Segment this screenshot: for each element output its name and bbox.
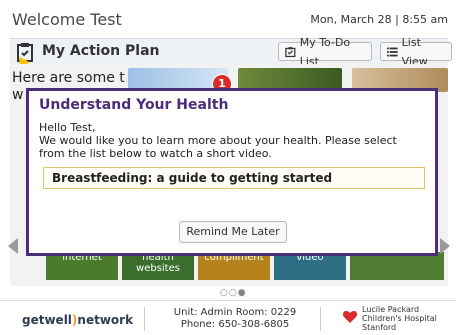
hospital-name: Lucile Packard Children's Hospital Stanf… <box>362 305 452 332</box>
carousel-next-arrow-icon[interactable] <box>440 238 450 254</box>
top-header: Welcome Test Mon, March 28 | 8:55 am <box>0 0 456 36</box>
footer-divider <box>320 307 321 331</box>
category-tile[interactable] <box>350 252 444 280</box>
category-tile[interactable]: compliment <box>198 252 270 280</box>
action-plan-title: My Action Plan <box>42 43 160 59</box>
remind-me-later-button[interactable]: Remind Me Later <box>179 221 287 243</box>
category-tile[interactable]: internet <box>46 252 118 280</box>
carousel-pager[interactable]: ○○● <box>220 288 247 298</box>
unit-phone: Phone: 650-308-6805 <box>180 319 290 330</box>
modal-greeting: Hello Test, <box>39 121 96 134</box>
unit-info: Unit: Admin Room: 0229 Phone: 650-308-68… <box>160 307 310 331</box>
list-view-button[interactable]: List View <box>380 36 452 68</box>
category-tile[interactable]: video <box>274 252 346 280</box>
list-icon <box>387 47 398 56</box>
my-todo-list-button[interactable]: My To-Do List <box>278 36 372 68</box>
hospital-line-3: Stanford <box>362 323 397 332</box>
getwell-network-logo: getwell)network <box>22 313 133 327</box>
footer: getwell)network Unit: Admin Room: 0229 P… <box>0 300 456 335</box>
action-plan-bar: My Action Plan My To-Do List List View <box>10 36 452 68</box>
clipboard-check-icon <box>285 46 296 57</box>
brand-prefix: getwell <box>22 313 72 327</box>
category-tiles: internet health websites compliment vide… <box>46 252 448 280</box>
category-tile[interactable]: health websites <box>122 252 194 280</box>
hospital-line-1: Lucile Packard <box>362 305 420 314</box>
video-list-item[interactable]: Breastfeeding: a guide to getting starte… <box>43 167 425 189</box>
modal-message: We would like you to learn more about yo… <box>39 134 397 160</box>
welcome-text: Welcome Test <box>12 10 122 29</box>
modal-body: Hello Test, We would like you to learn m… <box>39 121 425 160</box>
footer-divider <box>144 307 145 331</box>
brand-suffix: network <box>77 313 134 327</box>
hospital-line-2: Children's Hospital <box>362 314 437 323</box>
carousel-prev-arrow-icon[interactable] <box>8 238 18 254</box>
heart-logo-icon <box>342 311 358 323</box>
unit-room: Unit: Admin Room: 0229 <box>173 307 297 318</box>
date-time: Mon, March 28 | 8:55 am <box>310 13 448 26</box>
modal-title: Understand Your Health <box>39 97 229 113</box>
understand-health-modal: Understand Your Health Hello Test, We wo… <box>26 88 438 256</box>
